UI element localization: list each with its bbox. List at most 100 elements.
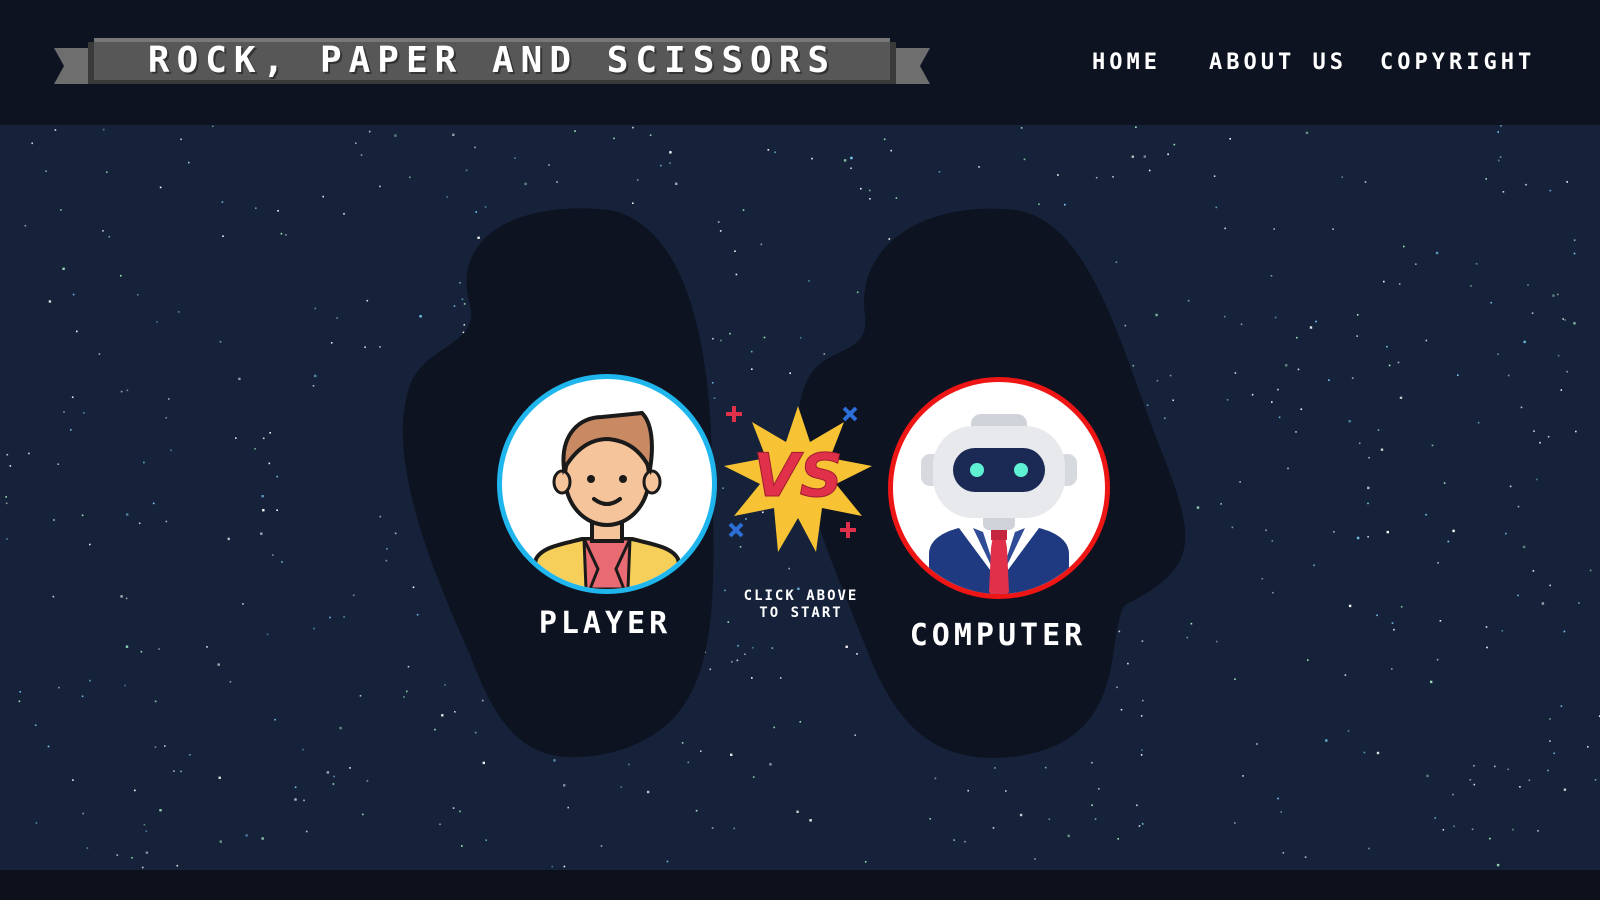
star: [330, 342, 333, 344]
star: [1522, 545, 1526, 549]
star: [1213, 175, 1216, 177]
star: [1398, 283, 1401, 285]
hint-line-2: TO START: [759, 605, 843, 621]
star: [154, 700, 157, 703]
star: [126, 513, 129, 516]
star: [165, 417, 168, 419]
star: [339, 726, 342, 730]
star: [774, 151, 776, 154]
star: [276, 509, 278, 511]
star: [1431, 444, 1434, 447]
star: [120, 595, 123, 598]
star: [164, 745, 166, 747]
star: [89, 679, 91, 682]
star: [235, 437, 237, 439]
star: [1377, 429, 1380, 431]
star: [1500, 125, 1502, 127]
star: [1231, 526, 1234, 529]
star: [102, 230, 104, 232]
star: [1509, 485, 1512, 488]
star: [1167, 153, 1169, 156]
star: [752, 776, 755, 778]
star: [1573, 322, 1576, 325]
vs-badge[interactable]: VS: [722, 404, 874, 556]
star: [1512, 828, 1514, 831]
star: [1034, 858, 1036, 860]
star: [869, 198, 871, 200]
star: [1287, 467, 1289, 470]
star: [1470, 285, 1472, 287]
star: [1112, 176, 1114, 178]
star: [1549, 189, 1552, 192]
star: [1485, 626, 1488, 628]
star: [632, 126, 634, 129]
star: [165, 520, 168, 523]
star: [1376, 614, 1378, 617]
nav-copyright[interactable]: COPYRIGHT: [1380, 50, 1535, 75]
star: [1215, 206, 1218, 209]
star: [180, 138, 182, 141]
star: [52, 595, 55, 598]
star: [1501, 630, 1504, 632]
nav-home[interactable]: HOME: [1092, 50, 1161, 75]
star: [660, 164, 662, 167]
star: [1277, 388, 1279, 391]
star: [711, 827, 714, 829]
star: [1452, 793, 1454, 796]
star: [1499, 156, 1502, 158]
star: [1519, 786, 1521, 788]
star: [864, 861, 867, 863]
star: [19, 691, 21, 693]
star: [188, 161, 190, 164]
nav-about-us[interactable]: ABOUT US: [1209, 50, 1347, 75]
star: [1425, 513, 1427, 516]
star: [1537, 830, 1539, 832]
star: [219, 840, 222, 843]
star: [158, 648, 160, 650]
star: [379, 346, 381, 348]
star: [262, 437, 265, 440]
star: [1348, 604, 1352, 608]
star: [1344, 674, 1347, 676]
star: [737, 644, 739, 647]
star: [669, 162, 671, 164]
star: [222, 235, 224, 237]
player-avatar[interactable]: [497, 374, 717, 594]
star: [280, 232, 283, 235]
star: [1552, 294, 1555, 297]
start-hint: CLICK ABOVE TO START: [715, 588, 887, 622]
star: [1430, 680, 1433, 684]
star: [1498, 159, 1500, 162]
star: [1307, 659, 1309, 661]
star: [1560, 705, 1563, 707]
star: [1304, 856, 1307, 858]
star: [274, 718, 276, 721]
star: [1143, 155, 1146, 158]
star: [343, 616, 345, 618]
star: [843, 159, 847, 162]
star: [964, 840, 966, 843]
star: [1391, 668, 1393, 670]
star: [83, 412, 85, 414]
star: [262, 509, 265, 512]
star: [1256, 743, 1258, 745]
star: [1557, 354, 1560, 357]
star: [1363, 751, 1366, 754]
player-person-icon: [527, 410, 687, 589]
star: [1473, 783, 1476, 786]
star: [1356, 536, 1360, 540]
computer-avatar[interactable]: [888, 377, 1110, 599]
star: [343, 213, 345, 215]
star: [268, 462, 271, 465]
star: [176, 864, 179, 867]
star: [1575, 430, 1577, 433]
star: [1333, 531, 1335, 533]
star: [140, 650, 143, 653]
star: [760, 243, 763, 246]
star: [773, 726, 775, 729]
star: [514, 157, 516, 159]
star: [1328, 379, 1330, 381]
star: [1523, 340, 1526, 344]
star: [883, 138, 886, 141]
star: [281, 561, 283, 563]
